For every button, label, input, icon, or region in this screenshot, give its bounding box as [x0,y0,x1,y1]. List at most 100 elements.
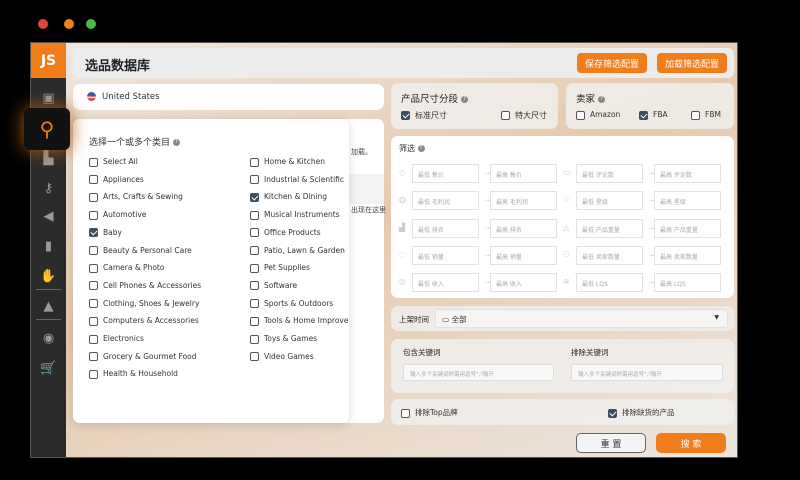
checkbox-icon[interactable] [250,192,259,202]
chrome-icon[interactable]: ◉ [31,331,66,346]
load-filter-button[interactable]: 加载筛选配置 [657,53,727,73]
checkbox-icon[interactable] [89,299,98,309]
checkbox-icon[interactable] [89,263,98,273]
category-checkbox[interactable]: Pet Supplies [250,263,310,273]
checkbox-icon[interactable] [250,316,259,326]
category-checkbox[interactable]: Grocery & Gourmet Food [89,352,197,362]
category-checkbox[interactable]: Arts, Crafts & Sewing [89,192,183,202]
category-checkbox[interactable]: Musical Instruments [250,210,340,220]
category-checkbox[interactable]: Video Games [250,352,314,362]
category-checkbox[interactable]: Camera & Photo [89,263,164,273]
minimize-window-button[interactable] [64,19,74,29]
category-checkbox[interactable]: Sports & Outdoors [250,299,333,309]
checkbox-icon[interactable] [89,157,98,167]
checkbox-icon[interactable] [89,369,98,379]
min-filter-input[interactable]: 最低 排名 [412,218,479,238]
checkbox-standard-size[interactable]: 标准尺寸 [401,110,447,121]
checkbox-icon[interactable] [250,263,259,273]
max-filter-input[interactable]: 最高 售价 [490,164,557,183]
checkbox-icon[interactable] [250,281,259,291]
checkbox-exclude-out-of-stock[interactable]: 排除缺货的产品 [608,407,675,418]
checkbox-icon[interactable] [89,192,98,202]
max-filter-input[interactable]: 最高 毛利润 [490,191,557,211]
checkbox-oversize[interactable]: 特大尺寸 [501,110,547,121]
max-filter-input[interactable]: 最高 星级 [654,191,721,211]
save-filter-button[interactable]: 保存筛选配置 [577,53,647,73]
help-icon[interactable]: ? [172,139,180,146]
checkbox-icon[interactable] [250,334,259,344]
checkbox-icon[interactable] [250,175,259,185]
category-checkbox[interactable]: Software [250,281,297,291]
logo[interactable]: JS [31,43,66,78]
bar-chart-icon[interactable]: ▮ [31,239,66,254]
hand-gift-icon[interactable]: ✋ [31,269,66,284]
category-checkbox[interactable]: Health & Household [89,369,178,379]
max-filter-input[interactable]: 最高 收入 [490,273,557,293]
checkbox-amazon[interactable]: Amazon [576,110,620,120]
exclude-keywords-input[interactable]: 输入多个关键词时需用逗号","隔开 [571,364,723,381]
min-filter-input[interactable]: 最低 销量 [412,245,479,265]
date-select[interactable]: ▭ 全部 ▼ [435,309,728,328]
checkbox-fbm[interactable]: FBM [691,110,721,120]
search-icon[interactable]: ⚲ [24,108,70,150]
category-checkbox[interactable]: Patio, Lawn & Garden [250,246,345,255]
category-checkbox[interactable]: Select All [89,157,138,167]
checkbox-fba[interactable]: FBA [639,110,668,120]
megaphone-icon[interactable]: ◀ [31,209,66,224]
category-checkbox[interactable]: Office Products [250,228,321,238]
checkbox-icon[interactable] [89,281,98,291]
reset-button[interactable]: 重 置 [576,433,646,453]
max-filter-input[interactable]: 最高 销量 [490,245,557,265]
maximize-window-button[interactable] [86,19,96,29]
min-filter-input[interactable]: 最低 LQS [576,273,643,293]
factory-icon[interactable]: ▙ [31,151,66,166]
checkbox-icon[interactable] [89,246,98,255]
category-checkbox[interactable]: Cell Phones & Accessories [89,281,201,291]
checkbox-icon[interactable] [89,316,98,326]
category-checkbox[interactable]: Computers & Accessories [89,316,199,326]
briefcase-icon[interactable]: ▣ [31,91,66,106]
include-keywords-input[interactable]: 输入多个关键词时需用逗号","隔开 [403,364,554,381]
checkbox-icon[interactable] [250,228,259,238]
category-checkbox[interactable]: Clothing, Shoes & Jewelry [89,299,199,309]
checkbox-icon[interactable] [250,210,259,220]
category-checkbox[interactable]: Automotive [89,210,146,220]
country-select[interactable]: United States [73,84,384,110]
category-checkbox[interactable]: Kitchen & Dining [250,192,327,202]
checkbox-icon[interactable] [89,352,98,362]
category-checkbox[interactable]: Industrial & Scientific [250,175,344,185]
category-checkbox[interactable]: Home & Kitchen [250,157,325,167]
max-filter-input[interactable]: 最高 排名 [490,218,557,238]
help-icon[interactable]: ? [461,96,469,103]
checkbox-icon[interactable] [250,299,259,309]
checkbox-icon[interactable] [250,352,259,362]
min-filter-input[interactable]: 最低 评论数 [576,164,643,183]
min-filter-input[interactable]: 最低 收入 [412,273,479,293]
checkbox-exclude-top-brands[interactable]: 排除Top品牌 [401,407,458,418]
min-filter-input[interactable]: 最低 毛利润 [412,191,479,211]
min-filter-input[interactable]: 最低 产品重量 [576,218,643,238]
max-filter-input[interactable]: 最高 产品重量 [654,218,721,238]
min-filter-input[interactable]: 最低 星级 [576,191,643,211]
search-button[interactable]: 搜 索 [656,433,726,453]
key-icon[interactable]: ⚷ [31,181,66,196]
graduation-cap-icon[interactable]: ▲ [31,299,66,314]
checkbox-icon[interactable] [89,210,98,220]
cart-icon[interactable]: 🛒 [31,361,66,376]
checkbox-icon[interactable] [89,334,98,344]
category-checkbox[interactable]: Electronics [89,334,144,344]
checkbox-icon[interactable] [89,175,98,185]
checkbox-icon[interactable] [89,228,98,238]
checkbox-icon[interactable] [250,157,259,167]
min-filter-input[interactable]: 最低 售价 [412,164,479,183]
help-icon[interactable]: ? [417,145,425,152]
category-checkbox[interactable]: Toys & Games [250,334,317,344]
category-checkbox[interactable]: Tools & Home Improvement [250,316,349,326]
category-checkbox[interactable]: Baby [89,228,122,238]
min-filter-input[interactable]: 最低 卖家数量 [576,245,643,265]
max-filter-input[interactable]: 最高 LQS [654,273,721,293]
close-window-button[interactable] [38,19,48,29]
category-checkbox[interactable]: Appliances [89,175,144,185]
category-checkbox[interactable]: Beauty & Personal Care [89,246,192,255]
help-icon[interactable]: ? [598,96,606,103]
